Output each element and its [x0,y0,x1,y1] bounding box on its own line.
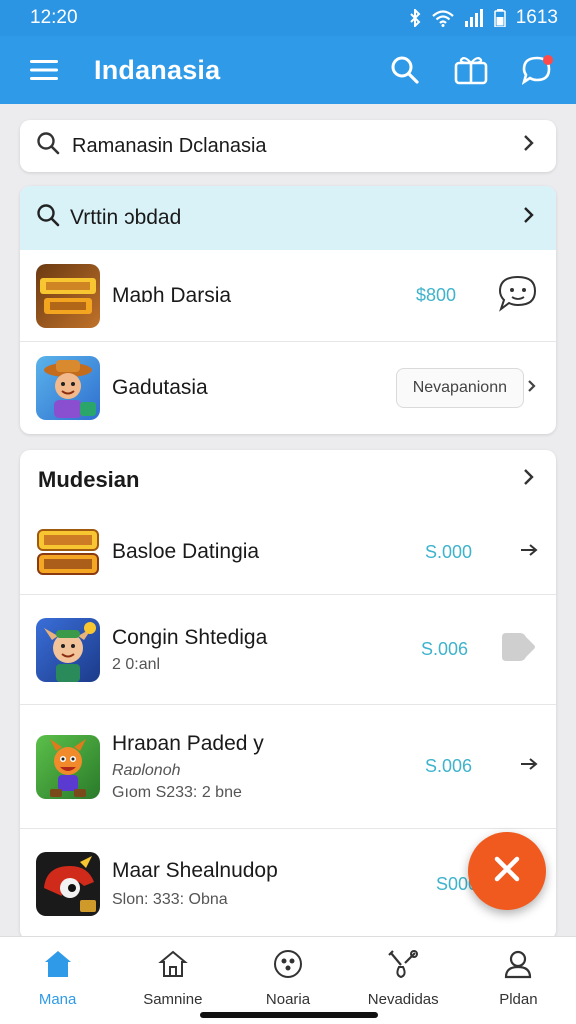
status-time: 12:20 [30,7,78,28]
item-name: Maɒh Darsia [112,283,232,307]
close-icon [492,854,522,889]
featured-search-bar[interactable]: Vrttin ɔbdad [20,186,556,250]
item-price: $800 [415,285,456,305]
item-meta: Gıom S233: 2 bne [112,783,242,801]
home-indicator[interactable] [200,1012,378,1018]
fab-close-button[interactable] [468,832,546,910]
item-action-button[interactable]: Nevapanionn [395,368,524,408]
game-character-icon [36,356,100,420]
item-price: S.006 [424,756,472,776]
wifi-icon [431,9,454,27]
featured-card: Vrttin ɔbdad Maɒh Darsia $800 Gadutasia … [20,186,556,434]
search-icon[interactable] [390,55,420,85]
gift-icon[interactable] [454,55,488,85]
bottom-nav: Mana Samnine Noaria Nevadidas Pldan [0,936,576,1024]
item-meta: Slon: 333: Obna [112,891,228,908]
house-outline-icon [158,949,188,983]
featured-search-text: Vrttin ɔbdad [70,206,182,229]
menu-icon[interactable] [30,58,60,82]
list-item[interactable]: Hraɒan Paded y Raɒlonoh Gıom S233: 2 bne… [20,705,556,829]
game-logo-icon [36,520,100,584]
arrow-right-icon[interactable] [520,756,538,777]
app-bar-actions [390,55,554,85]
tools-icon [387,949,419,983]
nav-item-4[interactable]: Nevadidas [346,937,461,1024]
item-subtitle: Raɒlonoh [112,761,181,779]
chevron-right-icon [526,377,538,400]
item-name: Basloe Datingia [112,540,260,563]
nav-item-3[interactable]: Noaria [230,937,345,1024]
item-name: Congin Shtediga [112,625,268,649]
soccer-ball-icon [273,949,303,983]
list-item[interactable]: Maɒh Darsia $800 [20,250,556,342]
section-title: Mudesian [38,467,140,492]
nav-label: Noaria [265,991,311,1008]
tag-icon[interactable] [498,629,538,670]
nav-label: Mana [38,991,77,1008]
nav-item-profile[interactable]: Pldan [461,937,576,1024]
bluetooth-icon [408,9,422,27]
chevron-right-icon [522,467,536,493]
item-name: Hraɒan Paded y [112,731,264,755]
item-price: S.000 [424,541,472,562]
game-character-icon [36,852,100,916]
speech-bubble-icon[interactable] [496,274,538,317]
profile-icon [503,949,533,983]
nav-label: Samnine [143,991,203,1008]
nav-label: Nevadidas [367,991,439,1008]
search-text: Ramanasin Dclanasia [72,134,267,157]
item-name: Maar Shealnudop [112,859,278,882]
nav-item-2[interactable]: Samnine [115,937,230,1024]
section-header[interactable]: Mudesian [20,450,556,510]
game-character-icon [36,617,100,682]
status-bar: 12:20 1613 [0,0,576,36]
item-price: S.006 [420,639,468,659]
list-item[interactable]: Basloe Datingia S.000 [20,510,556,595]
list-item[interactable]: Gadutasia Nevapanionn [20,342,556,434]
status-icons: 1613 [408,7,558,29]
nav-item-home[interactable]: Mana [0,937,115,1024]
arrow-right-icon[interactable] [520,542,538,563]
search-icon [36,203,60,233]
app-title: Indanasia [94,54,221,85]
app-bar: Indanasia [0,36,576,104]
search-bar[interactable]: Ramanasin Dclanasia [20,120,556,172]
item-name: Gadutasia [112,376,208,399]
game-character-icon [36,734,100,799]
home-icon [43,949,73,983]
game-logo-icon [36,263,100,328]
chevron-right-icon [522,133,536,159]
signal-icon [464,9,484,27]
chat-icon[interactable] [522,55,554,85]
chevron-right-icon [522,205,536,231]
list-item[interactable]: Congin Shtediga 2 0:anl S.006 [20,595,556,705]
nav-label: Pldan [499,991,538,1008]
battery-icon [493,9,506,27]
search-icon [36,131,60,161]
item-subtitle: 2 0:anl [112,655,161,673]
status-right-text: 1613 [515,7,558,28]
